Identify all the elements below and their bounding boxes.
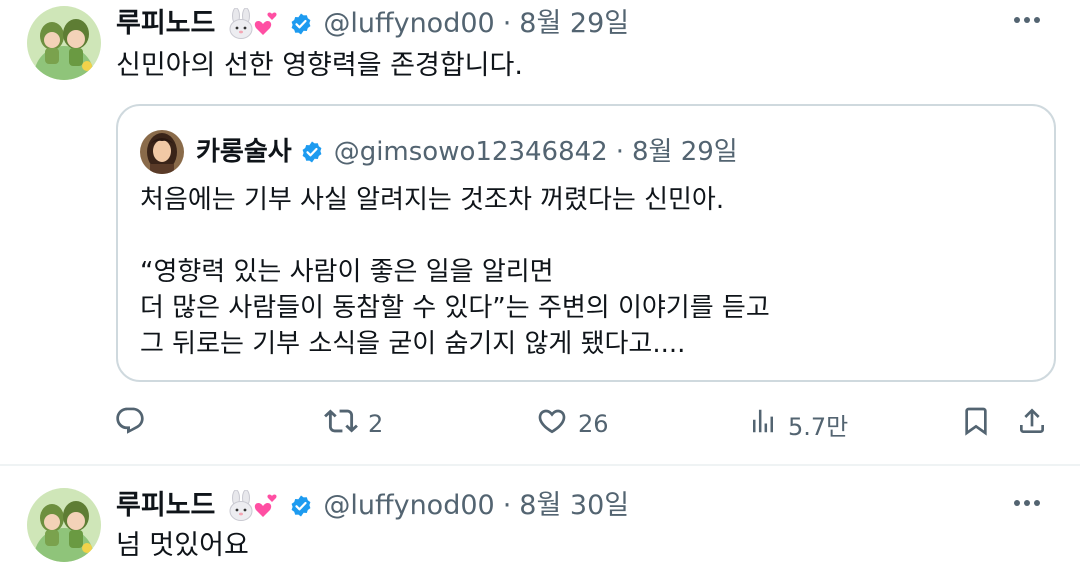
avatar[interactable] xyxy=(27,6,101,80)
tweet-text: 신민아의 선한 영향력을 존경합니다. xyxy=(116,50,523,81)
more-icon[interactable] xyxy=(1012,488,1042,518)
reply-icon xyxy=(114,405,146,443)
timestamp[interactable]: 8월 30일 xyxy=(519,488,629,524)
avatar[interactable] xyxy=(27,488,101,562)
display-name[interactable]: 루피노드 xyxy=(116,6,215,42)
action-bar: 2 26 5.7만 xyxy=(112,404,1052,444)
verified-badge-icon xyxy=(300,140,324,164)
quote-timestamp[interactable]: 8월 29일 xyxy=(632,134,738,170)
reply-button[interactable] xyxy=(114,404,156,444)
share-button[interactable] xyxy=(1016,404,1048,444)
tweet-header: 루피노드 @luffynod00 · 8월 30일 xyxy=(116,488,629,524)
quote-handle[interactable]: @gimsowo12346842 xyxy=(334,134,608,170)
quote-text-line: 그 뒤로는 기부 소식을 굳이 숨기지 않게 됐다고.... xyxy=(140,329,686,359)
handle[interactable]: @luffynod00 xyxy=(323,488,494,524)
display-name[interactable]: 루피노드 xyxy=(116,488,215,524)
tweet[interactable]: 루피노드 @luffynod00 · 8월 30일 넘 멋있어요 xyxy=(0,466,1080,564)
more-icon[interactable] xyxy=(1012,5,1042,35)
bookmark-icon xyxy=(960,405,992,443)
quote-header: 카롱술사 @gimsowo12346842 · 8월 29일 xyxy=(140,130,738,174)
bunny-heart-emoji xyxy=(225,490,281,522)
separator-dot: · xyxy=(502,490,512,521)
bunny-heart-emoji xyxy=(225,8,281,40)
bookmark-button[interactable] xyxy=(960,404,992,444)
verified-badge-icon xyxy=(289,12,313,36)
like-count: 26 xyxy=(578,410,609,438)
tweet[interactable]: 루피노드 @luffynod00 · 8월 29일 신민아의 선한 영향력을 존… xyxy=(0,0,1080,465)
retweet-icon xyxy=(324,404,358,444)
quote-display-name[interactable]: 카롱술사 xyxy=(196,134,292,170)
like-icon xyxy=(536,405,568,443)
retweet-count: 2 xyxy=(368,410,384,438)
quote-text: 처음에는 기부 사실 알려지는 것조차 꺼렸다는 신민아. “영향력 있는 사람… xyxy=(140,182,770,362)
like-button[interactable]: 26 xyxy=(536,404,609,444)
avatar xyxy=(140,130,184,174)
tweet-header: 루피노드 @luffynod00 · 8월 29일 xyxy=(116,6,629,42)
timestamp[interactable]: 8월 29일 xyxy=(519,6,629,42)
handle[interactable]: @luffynod00 xyxy=(323,6,494,42)
retweet-button[interactable]: 2 xyxy=(324,404,383,444)
share-icon xyxy=(1016,405,1048,443)
verified-badge-icon xyxy=(289,494,313,518)
tweet-text: 넘 멋있어요 xyxy=(116,530,249,561)
views-icon xyxy=(748,405,778,443)
quote-text-line: 처음에는 기부 사실 알려지는 것조차 꺼렸다는 신민아. xyxy=(140,185,725,215)
quote-text-line: 더 많은 사람들이 동참할 수 있다”는 주변의 이야기를 듣고 xyxy=(140,293,770,323)
separator-dot: · xyxy=(502,8,512,39)
quoted-tweet[interactable]: 카롱술사 @gimsowo12346842 · 8월 29일 처음에는 기부 사… xyxy=(116,104,1056,382)
separator-dot: · xyxy=(615,137,624,167)
views-count: 5.7만 xyxy=(788,412,849,441)
views-button[interactable]: 5.7만 xyxy=(748,404,848,444)
quote-text-line: “영향력 있는 사람이 좋은 일을 알리면 xyxy=(140,257,554,287)
